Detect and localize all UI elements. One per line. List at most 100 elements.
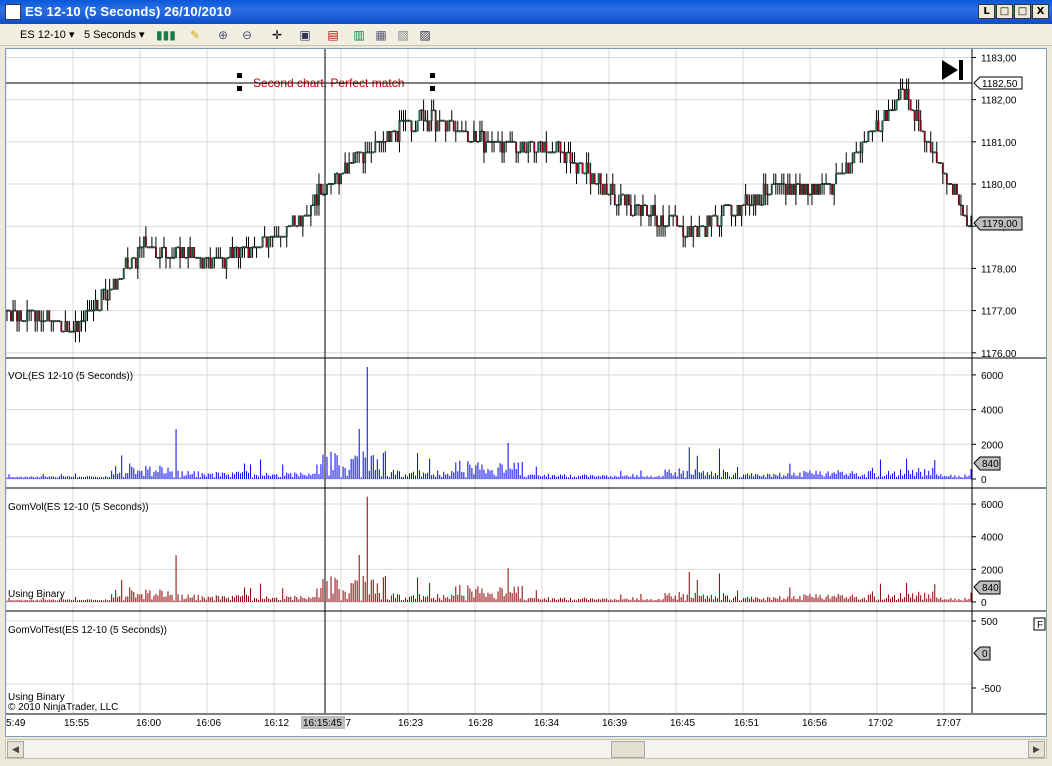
candle-body: [398, 120, 401, 143]
candle-body: [899, 88, 902, 100]
zoom-out-icon[interactable]: ⊖: [238, 27, 256, 43]
candle-body: [233, 247, 236, 259]
candle-body: [215, 256, 218, 259]
maximize-button[interactable]: □: [1014, 4, 1031, 19]
time-axis: 5:49 15:55 16:00 16:06 16:12 17 16:23 16:28 16:3…: [6, 718, 961, 729]
scroll-to-end-icon[interactable]: [942, 60, 963, 80]
candle-body: [956, 183, 958, 195]
horizontal-scrollbar[interactable]: ◀ ▶: [5, 739, 1047, 759]
candle-body: [416, 120, 419, 132]
candle-body: [336, 172, 338, 175]
candle-body: [953, 183, 956, 195]
candle-body: [917, 109, 920, 121]
crosshair-icon[interactable]: ✛: [268, 27, 286, 43]
zoom-in-icon[interactable]: ⊕: [214, 27, 232, 43]
price-tick-label: 1181,00: [981, 138, 1017, 149]
candle-body: [400, 119, 403, 122]
data-box-icon[interactable]: ▣: [296, 27, 314, 43]
candle-body: [32, 309, 35, 312]
candle-body: [20, 310, 22, 322]
interval-selector[interactable]: 5 Seconds ▾: [84, 27, 145, 43]
candle-body: [144, 236, 147, 248]
close-button[interactable]: X: [1032, 4, 1049, 19]
candle-body: [869, 130, 872, 133]
candle-body: [366, 151, 369, 154]
candle-body: [847, 162, 850, 174]
candle-body: [470, 140, 473, 143]
candle-body: [795, 183, 797, 195]
candle-body: [706, 215, 709, 237]
candle-body: [764, 183, 767, 195]
annotation-handle-left[interactable]: [237, 73, 242, 91]
candle-body: [360, 151, 363, 154]
candle-body: [468, 140, 471, 143]
svg-text:840: 840: [982, 459, 999, 470]
candle-body: [231, 247, 234, 259]
candle-body: [255, 246, 258, 249]
candle-body: [112, 278, 115, 290]
candle-body: [388, 131, 391, 143]
candle-body: [642, 204, 644, 216]
indicators-icon[interactable]: ▤: [324, 27, 342, 43]
candle-body: [96, 299, 99, 311]
candle-body: [629, 204, 632, 216]
candle-body: [227, 256, 230, 259]
candle-body: [551, 151, 554, 154]
candle-body: [557, 140, 560, 143]
minimize-button[interactable]: L: [978, 4, 995, 19]
candle-body: [768, 193, 771, 196]
draw-pencil-icon[interactable]: ✎: [186, 27, 204, 43]
oscillator-tick-label: 500: [981, 617, 998, 628]
price-axis: 1183,00 1182,00 1181,00 1180,00 1179,00 1178,…: [972, 53, 1017, 695]
candle-body: [523, 141, 526, 153]
chart-trader-icon[interactable]: ▦: [372, 27, 390, 43]
candle-body: [825, 183, 828, 185]
restore-button[interactable]: □: [996, 4, 1013, 19]
candle-body: [678, 225, 681, 228]
scroll-left-button[interactable]: ◀: [7, 741, 24, 758]
candle-body: [436, 120, 439, 132]
time-tick-label: 16:06: [196, 718, 221, 729]
candle-body: [968, 225, 970, 228]
candle-body: [261, 236, 264, 248]
candle-body: [619, 194, 622, 206]
candle-body: [937, 161, 940, 164]
strategies-icon[interactable]: ▥: [350, 27, 368, 43]
candle-body: [964, 214, 966, 217]
candle-body: [621, 193, 624, 196]
candle-body: [92, 309, 95, 312]
candle-body: [611, 183, 614, 195]
bar-style-icon[interactable]: ▮▮▮: [156, 27, 176, 43]
candle-body: [477, 140, 479, 143]
candle-body: [450, 119, 453, 122]
annotation-handle-right[interactable]: [430, 73, 435, 91]
candle-body: [38, 310, 41, 322]
candle-body: [881, 120, 884, 132]
candle-body: [207, 256, 210, 259]
candle-body: [481, 130, 483, 133]
panel-flag-button[interactable]: F: [1033, 617, 1046, 631]
chart-area[interactable]: VOL(ES 12-10 (5 Seconds)) GomVol(ES 12-1…: [5, 48, 1047, 737]
candle-body: [813, 183, 815, 195]
candle-body: [601, 183, 604, 195]
title-bar[interactable]: ES 12-10 (5 Seconds) 26/10/2010 L □ □ X: [0, 0, 1052, 24]
candle-body: [138, 246, 141, 249]
candle-body: [730, 204, 733, 216]
candle-body: [561, 151, 564, 154]
time-tick-label: 16:51: [734, 718, 759, 729]
candle-body: [966, 215, 968, 227]
templates-icon[interactable]: ▨: [416, 27, 434, 43]
scroll-thumb[interactable]: [611, 741, 645, 758]
candle-body: [8, 309, 10, 312]
candle-body: [543, 141, 546, 153]
properties-icon[interactable]: ▧: [394, 27, 412, 43]
candle-body: [362, 152, 365, 164]
candle-body: [541, 141, 544, 153]
instrument-selector[interactable]: ES 12-10 ▾: [20, 27, 74, 43]
candle-body: [710, 215, 713, 227]
candle-body: [251, 246, 254, 249]
chart-canvas[interactable]: VOL(ES 12-10 (5 Seconds)) GomVol(ES 12-1…: [6, 49, 1046, 736]
candle-body: [285, 226, 288, 237]
scroll-right-button[interactable]: ▶: [1028, 741, 1045, 758]
candle-body: [28, 309, 31, 312]
